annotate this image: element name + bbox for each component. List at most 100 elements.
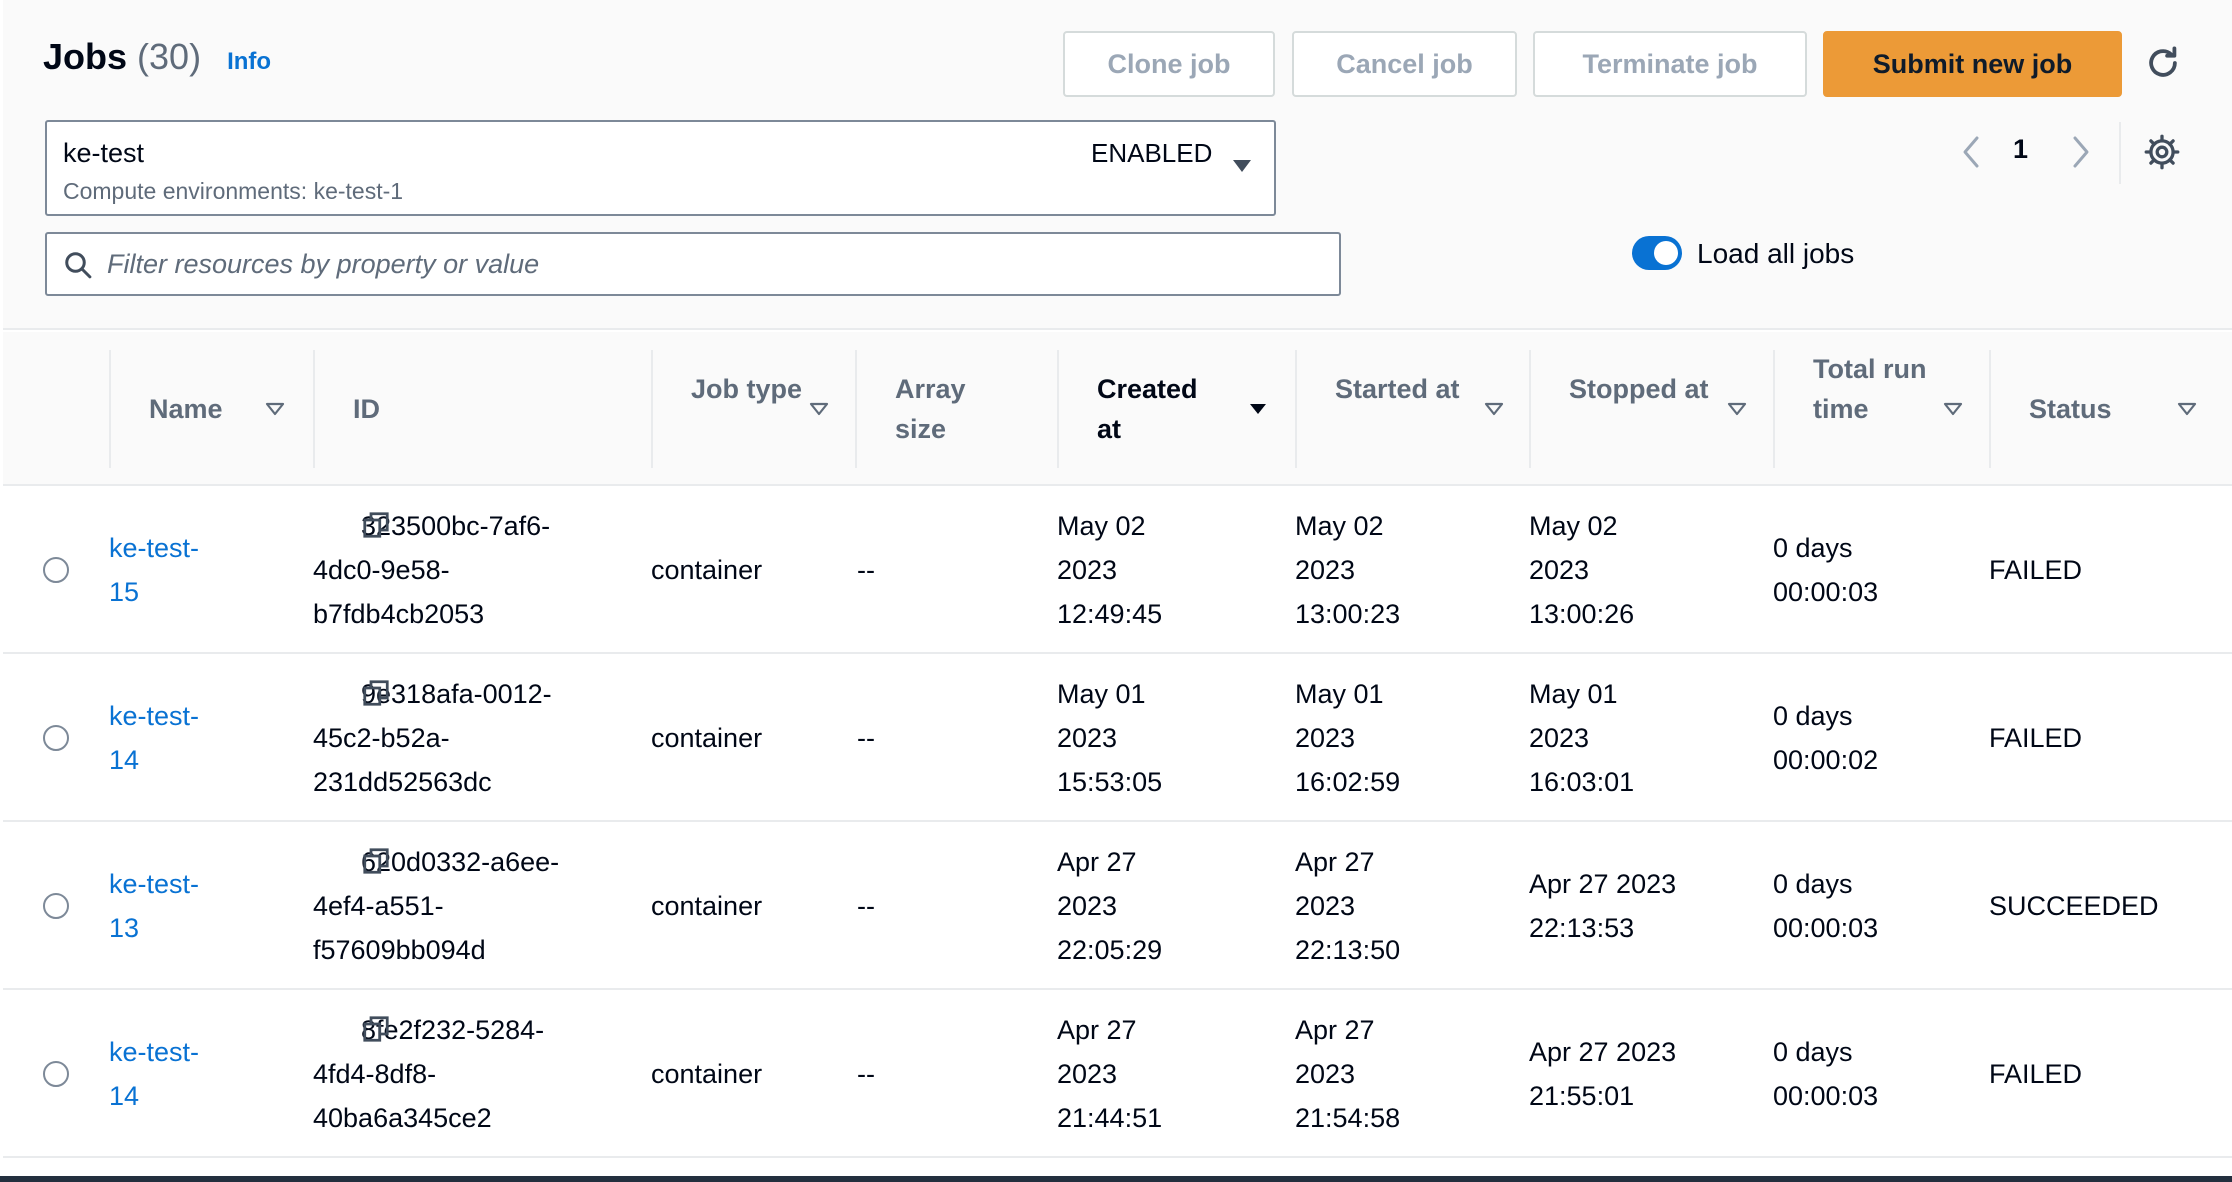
table-row[interactable]: ke-test-13 620d0332-a6ee-4ef4-a551-f57609… — [3, 822, 2232, 990]
table-header: Name ID Job type Array size Created at Starte… — [3, 332, 2232, 486]
submit-new-job-button[interactable]: Submit new job — [1823, 31, 2122, 97]
column-header-job-type[interactable]: Job type — [651, 332, 871, 486]
job-type-cell: container — [651, 1059, 763, 1089]
next-page-icon[interactable] — [2068, 134, 2094, 170]
column-label: Created at — [1097, 374, 1198, 444]
info-link[interactable]: Info — [227, 48, 271, 76]
search-input[interactable] — [107, 242, 1327, 286]
queue-state: ENABLED — [1091, 138, 1213, 168]
started-at-cell: May 02 2023 13:00:23 — [1295, 511, 1401, 629]
job-queue-select[interactable]: ke-test Compute environments: ke-test-1 … — [45, 120, 1276, 216]
row-select-radio[interactable] — [43, 893, 69, 919]
column-header-created-at[interactable]: Created at — [1057, 332, 1277, 486]
sort-icon[interactable] — [2177, 402, 2197, 416]
job-name-link[interactable]: ke-test-14 — [109, 1030, 229, 1118]
load-all-jobs-label: Load all jobs — [1697, 238, 1855, 269]
current-page-number[interactable]: 1 — [2013, 134, 2028, 165]
column-label: Status — [2029, 394, 2112, 424]
column-header-stopped-at[interactable]: Stopped at — [1529, 332, 1749, 486]
bottom-border — [0, 1176, 2232, 1182]
sort-icon[interactable] — [1484, 402, 1504, 416]
total-run-time-cell: 0 days 00:00:03 — [1773, 533, 1879, 607]
refresh-icon[interactable] — [2144, 44, 2182, 82]
pagination-divider — [2119, 122, 2121, 184]
column-header-id[interactable]: ID — [313, 332, 533, 486]
row-select-radio[interactable] — [43, 1061, 69, 1087]
copy-icon[interactable] — [361, 846, 391, 876]
array-size-cell: -- — [857, 1059, 875, 1089]
status-cell: SUCCEEDED — [1989, 891, 2159, 921]
stopped-at-cell: May 01 2023 16:03:01 — [1529, 679, 1635, 797]
column-label: Array size — [895, 374, 966, 444]
column-header-status[interactable]: Status — [1989, 332, 2209, 486]
job-id: 9e318afa-0012-45c2-b52a-231dd52563dc — [313, 679, 552, 797]
column-label: ID — [353, 394, 380, 424]
column-label: Name — [149, 394, 223, 424]
caret-down-icon — [1233, 160, 1251, 172]
column-label: Started at — [1335, 374, 1460, 404]
stopped-at-cell: Apr 27 2023 22:13:53 — [1529, 869, 1677, 943]
status-cell: FAILED — [1989, 555, 2083, 585]
array-size-cell: -- — [857, 891, 875, 921]
job-type-cell: container — [651, 555, 763, 585]
job-name-link[interactable]: ke-test-15 — [109, 526, 229, 614]
page-title-wrap: Jobs (30) Info — [43, 36, 271, 78]
stopped-at-cell: May 02 2023 13:00:26 — [1529, 511, 1635, 629]
array-size-cell: -- — [857, 555, 875, 585]
sort-icon[interactable] — [265, 402, 285, 416]
copy-icon[interactable] — [361, 1014, 391, 1044]
job-type-cell: container — [651, 723, 763, 753]
page-title: Jobs — [43, 36, 128, 77]
queue-name: ke-test — [63, 138, 145, 168]
copy-icon[interactable] — [361, 678, 391, 708]
table-row[interactable]: ke-test-15 323500bc-7af6-4dc0-9e58-b7fdb4… — [3, 486, 2232, 654]
total-run-time-cell: 0 days 00:00:03 — [1773, 1037, 1879, 1111]
job-name-link[interactable]: ke-test-13 — [109, 862, 229, 950]
column-header-array-size[interactable]: Array size — [855, 332, 1075, 486]
sort-icon[interactable] — [1943, 402, 1963, 416]
search-icon — [65, 252, 92, 279]
load-all-jobs-toggle[interactable] — [1632, 236, 1682, 270]
column-label: Stopped at — [1569, 374, 1709, 404]
table-row[interactable]: ke-test-14 8fe2f232-5284-4fd4-8df8-40ba6a… — [3, 990, 2232, 1158]
sort-icon[interactable] — [1727, 402, 1747, 416]
table-row[interactable]: ke-test-14 9e318afa-0012-45c2-b52a-231dd5… — [3, 654, 2232, 822]
jobs-table: Name ID Job type Array size Created at Starte… — [3, 332, 2232, 1158]
status-cell: FAILED — [1989, 723, 2083, 753]
job-type-cell: container — [651, 891, 763, 921]
created-at-cell: Apr 27 2023 22:05:29 — [1057, 847, 1163, 965]
created-at-cell: May 02 2023 12:49:45 — [1057, 511, 1163, 629]
copy-icon[interactable] — [361, 510, 391, 540]
created-at-cell: Apr 27 2023 21:44:51 — [1057, 1015, 1163, 1133]
clone-job-button[interactable]: Clone job — [1063, 31, 1275, 97]
started-at-cell: Apr 27 2023 21:54:58 — [1295, 1015, 1401, 1133]
column-header-name[interactable]: Name — [109, 332, 329, 486]
column-label: Job type — [691, 374, 803, 404]
stopped-at-cell: Apr 27 2023 21:55:01 — [1529, 1037, 1677, 1111]
column-header-started-at[interactable]: Started at — [1295, 332, 1515, 486]
total-run-time-cell: 0 days 00:00:03 — [1773, 869, 1879, 943]
gear-icon[interactable] — [2144, 134, 2180, 170]
job-name-link[interactable]: ke-test-14 — [109, 694, 229, 782]
terminate-job-button[interactable]: Terminate job — [1533, 31, 1807, 97]
started-at-cell: Apr 27 2023 22:13:50 — [1295, 847, 1401, 965]
sort-descending-icon[interactable] — [1248, 402, 1268, 416]
table-body: ke-test-15 323500bc-7af6-4dc0-9e58-b7fdb4… — [3, 486, 2232, 1158]
jobs-count: (30) — [137, 36, 202, 77]
job-id: 323500bc-7af6-4dc0-9e58-b7fdb4cb2053 — [313, 511, 551, 629]
status-cell: FAILED — [1989, 1059, 2083, 1089]
job-id: 8fe2f232-5284-4fd4-8df8-40ba6a345ce2 — [313, 1015, 545, 1133]
cancel-job-button[interactable]: Cancel job — [1292, 31, 1517, 97]
row-select-radio[interactable] — [43, 557, 69, 583]
started-at-cell: May 01 2023 16:02:59 — [1295, 679, 1401, 797]
sort-icon[interactable] — [809, 402, 829, 416]
jobs-header-panel: Jobs (30) Info Clone job Cancel job Term… — [3, 0, 2232, 330]
array-size-cell: -- — [857, 723, 875, 753]
job-id: 620d0332-a6ee-4ef4-a551-f57609bb094d — [313, 847, 560, 965]
search-box — [45, 232, 1341, 296]
row-select-radio[interactable] — [43, 725, 69, 751]
created-at-cell: May 01 2023 15:53:05 — [1057, 679, 1163, 797]
toggle-knob — [1654, 241, 1678, 265]
previous-page-icon[interactable] — [1958, 134, 1984, 170]
column-label: Total run time — [1813, 354, 1927, 424]
